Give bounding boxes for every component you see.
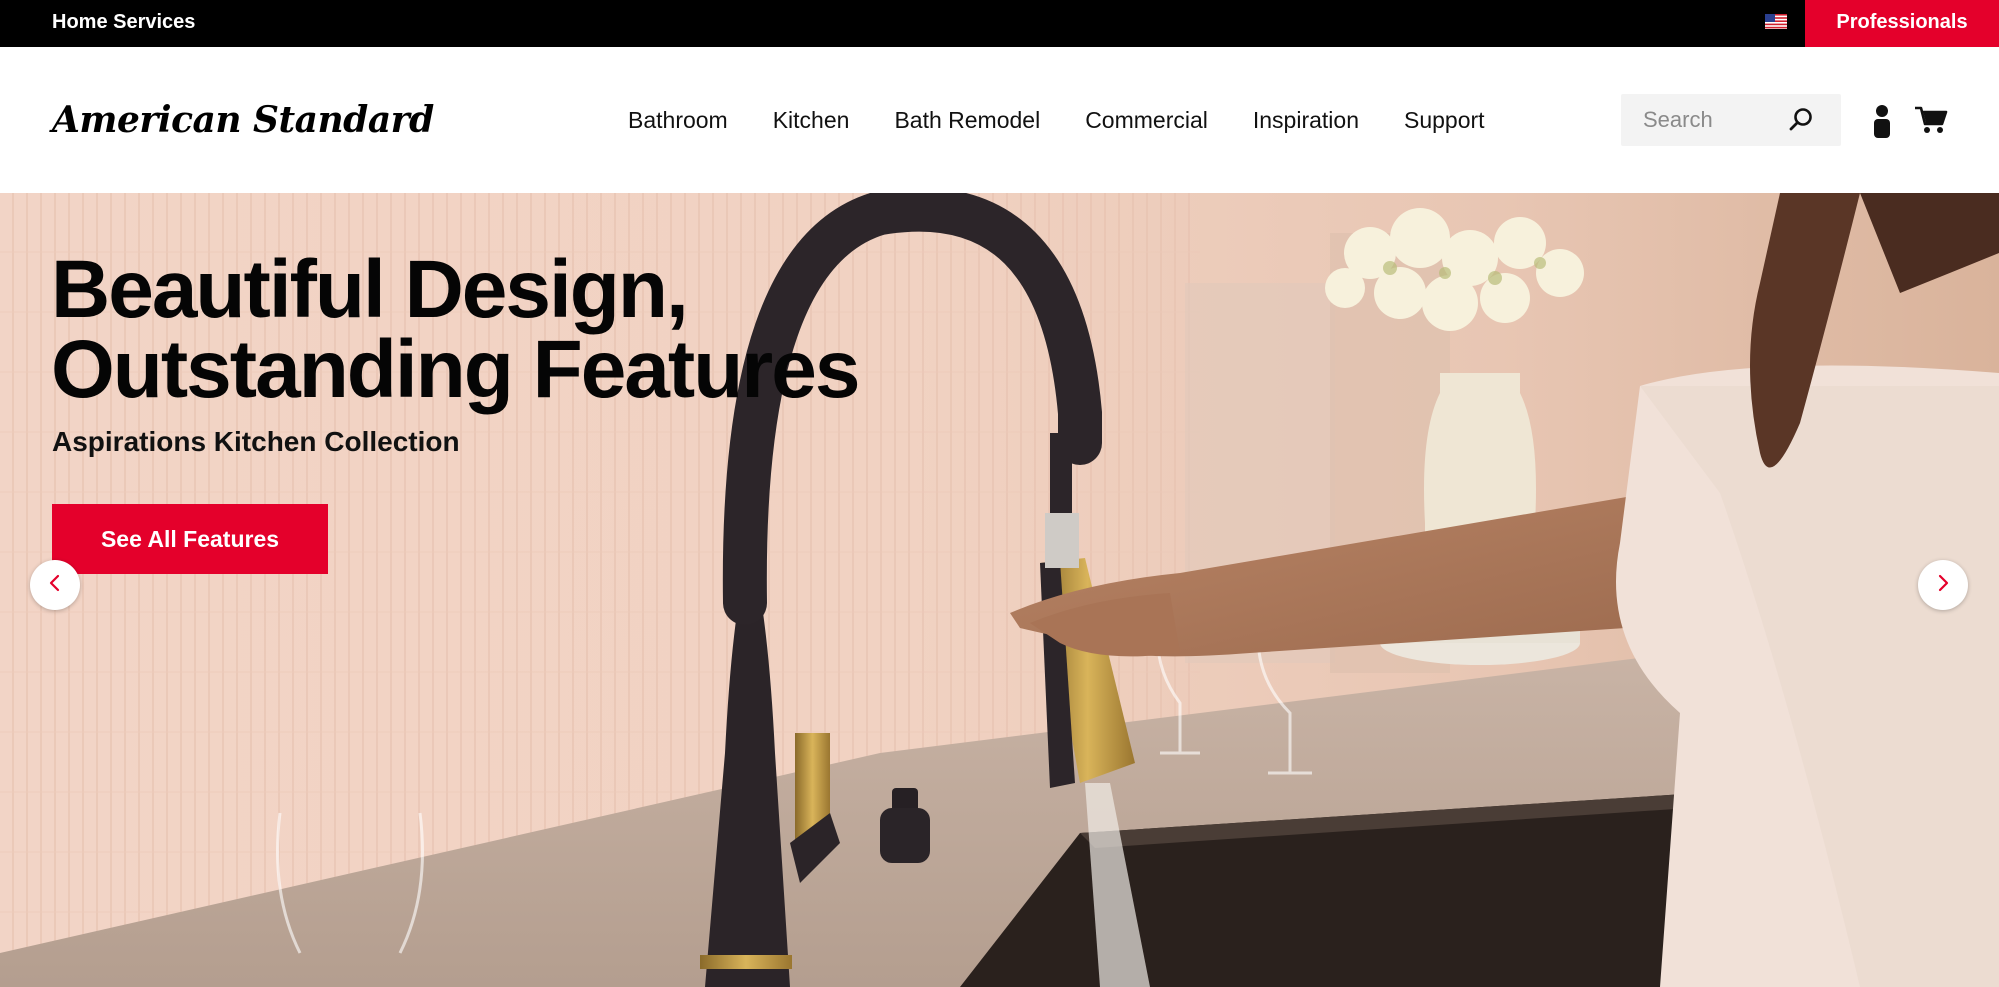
primary-nav: Bathroom Kitchen Bath Remodel Commercial… bbox=[628, 47, 1485, 193]
hero-carousel: Beautiful Design, Outstanding Features A… bbox=[0, 193, 1999, 987]
us-flag-icon[interactable] bbox=[1765, 14, 1787, 29]
nav-bathroom[interactable]: Bathroom bbox=[628, 107, 728, 134]
american-standard-logo[interactable]: American Standard bbox=[52, 97, 434, 143]
hero-title-line-1: Beautiful Design, bbox=[51, 244, 689, 335]
hero-title-line-2: Outstanding Features bbox=[51, 324, 860, 415]
main-header: American Standard Bathroom Kitchen Bath … bbox=[0, 47, 1999, 193]
see-all-features-button[interactable]: See All Features bbox=[52, 504, 328, 574]
nav-commercial[interactable]: Commercial bbox=[1085, 107, 1208, 134]
hero-title: Beautiful Design, Outstanding Features bbox=[51, 244, 860, 415]
nav-kitchen[interactable]: Kitchen bbox=[773, 107, 850, 134]
utility-bar: Home Services Professionals bbox=[0, 0, 1999, 47]
nav-support[interactable]: Support bbox=[1404, 107, 1485, 134]
cart-icon[interactable] bbox=[1914, 105, 1948, 135]
nav-bath-remodel[interactable]: Bath Remodel bbox=[894, 107, 1040, 134]
carousel-next-button[interactable] bbox=[1918, 560, 1968, 610]
account-icon[interactable] bbox=[1869, 104, 1895, 138]
carousel-prev-button[interactable] bbox=[30, 560, 80, 610]
professionals-link[interactable]: Professionals bbox=[1805, 0, 1999, 47]
search-icon[interactable] bbox=[1787, 106, 1815, 134]
nav-inspiration[interactable]: Inspiration bbox=[1253, 107, 1359, 134]
home-services-link[interactable]: Home Services bbox=[52, 0, 195, 47]
search-box bbox=[1621, 94, 1841, 146]
search-input[interactable] bbox=[1621, 94, 1791, 146]
chevron-right-icon bbox=[1936, 574, 1950, 597]
hero-subtitle: Aspirations Kitchen Collection bbox=[52, 426, 460, 457]
chevron-left-icon bbox=[48, 574, 62, 597]
